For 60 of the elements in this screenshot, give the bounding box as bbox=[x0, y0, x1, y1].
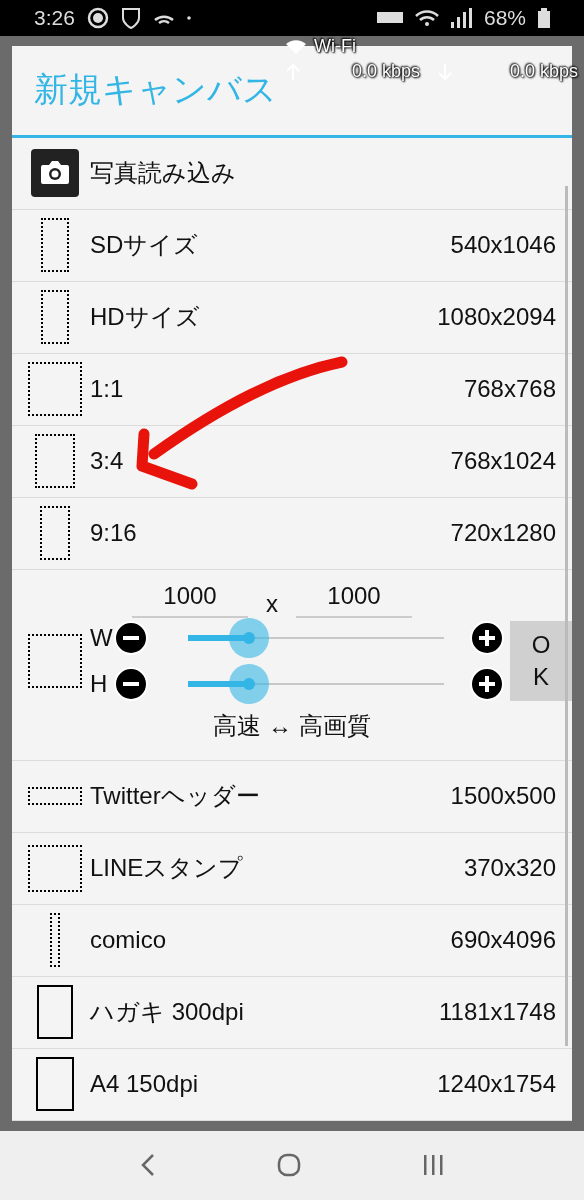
dimension-label: W bbox=[90, 623, 114, 652]
item-label: ハガキ 300dpi bbox=[90, 997, 245, 1028]
frame-icon bbox=[28, 362, 82, 417]
quality-hint: 高速 ↔ 高画質 bbox=[212, 710, 372, 741]
dot-icon bbox=[186, 15, 191, 20]
frame-icon bbox=[36, 985, 74, 1040]
size-text: 1500x500 bbox=[450, 782, 556, 811]
item-label: LINEスタンプ bbox=[90, 853, 245, 884]
plus-button[interactable] bbox=[470, 666, 504, 701]
volte-icon bbox=[376, 12, 403, 24]
item-label: 1:1 bbox=[90, 375, 125, 404]
frame-icon bbox=[28, 844, 82, 892]
frame-icon bbox=[41, 290, 69, 345]
frame-icon bbox=[50, 913, 60, 968]
frame-icon bbox=[41, 218, 69, 273]
item-label: Twitterヘッダー bbox=[90, 781, 261, 812]
item-label: 3:4 bbox=[90, 447, 125, 476]
item-label: comico bbox=[90, 926, 168, 955]
size-text: 690x4096 bbox=[450, 926, 556, 955]
times-sign: x bbox=[266, 589, 278, 618]
frame-icon bbox=[34, 434, 76, 489]
minus-button[interactable] bbox=[114, 666, 148, 701]
item-label: A4 150dpi bbox=[90, 1070, 200, 1099]
recent-apps-icon[interactable] bbox=[421, 1154, 444, 1177]
battery-percent: 68% bbox=[483, 5, 526, 30]
item-label: 写真読み込み bbox=[90, 158, 237, 189]
size-text: 1240x1754 bbox=[437, 1070, 556, 1099]
size-text: 768x1024 bbox=[450, 447, 556, 476]
size-text: 768x768 bbox=[463, 375, 556, 404]
dialog-title: 新規キャンバス bbox=[34, 69, 277, 111]
clock-time: 3:26 bbox=[34, 5, 75, 30]
photo-import-item[interactable]: 写真読み込み bbox=[12, 137, 572, 210]
cell-signal-icon bbox=[450, 7, 472, 28]
size-text: 1181x1748 bbox=[439, 998, 556, 1027]
upload-speed: 0.0 kbps bbox=[352, 61, 421, 82]
home-icon[interactable] bbox=[277, 1153, 301, 1178]
minus-button[interactable] bbox=[114, 620, 148, 655]
slider-thumb[interactable] bbox=[229, 663, 270, 704]
camera-icon bbox=[31, 149, 79, 198]
item-label: HDサイズ bbox=[90, 302, 201, 333]
plus-button[interactable] bbox=[470, 620, 504, 655]
size-text: 370x320 bbox=[463, 854, 556, 883]
ok-button[interactable]: OK bbox=[510, 620, 572, 701]
back-icon[interactable] bbox=[140, 1153, 157, 1178]
slider-thumb[interactable] bbox=[229, 617, 270, 658]
target-icon bbox=[86, 6, 109, 29]
shield-icon bbox=[120, 6, 141, 29]
item-label: 9:16 bbox=[90, 519, 138, 548]
canvas-preset-item[interactable]: A4 150dpi 1240x1754 bbox=[12, 1048, 572, 1121]
size-text: 720x1280 bbox=[450, 519, 556, 548]
size-text: 1080x2094 bbox=[437, 303, 556, 332]
wifi-icon bbox=[414, 8, 439, 27]
battery-icon bbox=[538, 7, 550, 28]
item-label: SDサイズ bbox=[90, 230, 200, 261]
frame-icon bbox=[28, 633, 82, 688]
frame-icon bbox=[39, 506, 71, 561]
dimension-label: H bbox=[90, 669, 109, 698]
frame-icon bbox=[28, 787, 82, 806]
frame-icon bbox=[35, 1057, 75, 1112]
size-text: 540x1046 bbox=[450, 231, 556, 260]
